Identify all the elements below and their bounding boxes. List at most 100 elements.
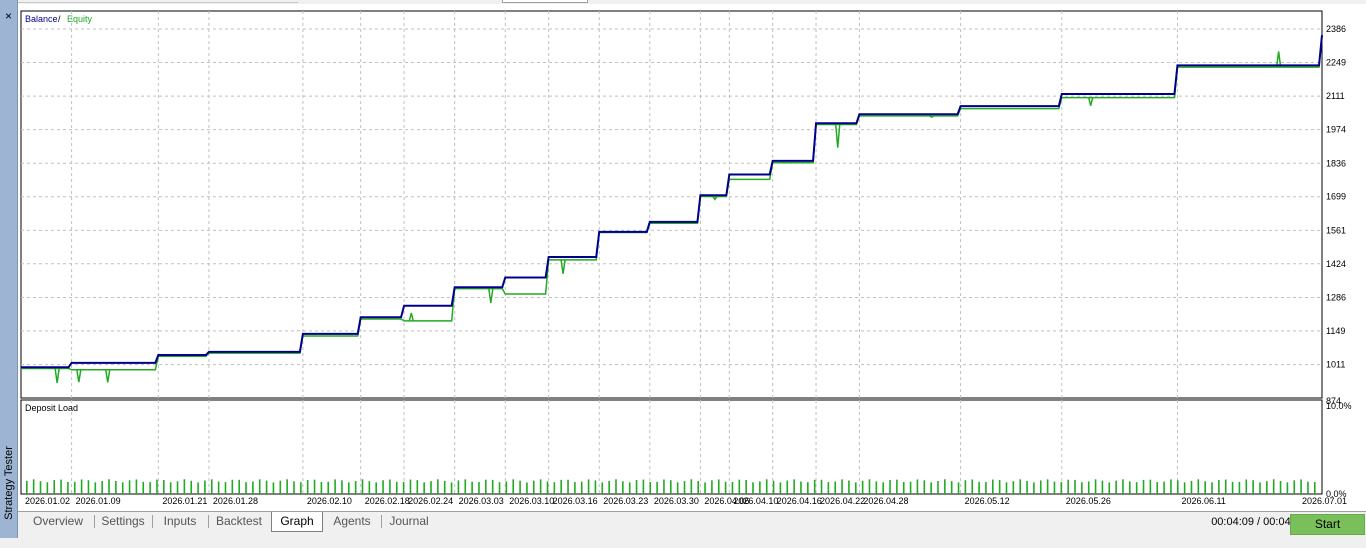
deposit-load-bar [128, 480, 131, 494]
deposit-load-bar [526, 482, 528, 494]
deposit-load-bar [779, 482, 782, 494]
deposit-load-bar [635, 480, 638, 494]
deposit-load-bar [252, 481, 254, 494]
deposit-load-bar [690, 479, 693, 494]
deposit-load-bar [950, 481, 953, 494]
deposit-load-bar [875, 481, 878, 494]
y-tick-label: 2111 [1326, 91, 1345, 101]
deposit-load-bar [1033, 482, 1035, 494]
x-tick-label: 2026.02.24 [408, 496, 453, 506]
deposit-load-bar [786, 480, 789, 494]
deposit-load-bar [615, 479, 617, 494]
equity-drawdown-spike [1087, 97, 1094, 106]
deposit-load-bar [348, 482, 350, 494]
deposit-load-bar [163, 480, 165, 494]
deposit-load-bar [580, 481, 583, 494]
deposit-load-bar [334, 479, 336, 494]
x-tick-label: 2026.04.22 [820, 496, 865, 506]
toolbar-active-tab-edge [502, 0, 588, 3]
y-tick-label: 1699 [1326, 192, 1346, 202]
deposit-load-bar [793, 479, 795, 494]
x-tick-label: 2026.04.28 [863, 496, 908, 506]
equity-drawdown-spike [76, 369, 82, 383]
elapsed-time: 00:04:09 / 00:04:09 [1211, 516, 1306, 528]
deposit-load-bar [272, 482, 275, 494]
y-tick-label: 1011 [1326, 360, 1345, 370]
deposit-load-bar [108, 479, 110, 494]
deposit-load-bar [546, 481, 549, 494]
deposit-load-bar [807, 482, 809, 494]
deposit-load-bar [1135, 482, 1138, 494]
deposit-load-bar [286, 479, 288, 494]
load-y-tick-label: 10.0% [1326, 401, 1352, 411]
deposit-load-bar [1005, 482, 1008, 494]
deposit-load-bar [437, 479, 439, 494]
deposit-load-bar [1081, 482, 1083, 494]
deposit-load-bar [738, 479, 741, 494]
deposit-load-bar [265, 480, 268, 494]
x-tick-label: 2026.03.16 [553, 496, 598, 506]
deposit-load-bar [848, 480, 850, 494]
deposit-load-bar [827, 482, 830, 494]
deposit-load-bar [224, 482, 227, 494]
equity-drawdown-spike [488, 288, 494, 304]
y-tick-label: 2249 [1326, 57, 1346, 67]
equity-drawdown-spike [104, 369, 111, 383]
y-tick-label: 1974 [1326, 125, 1346, 135]
deposit-load-bar [121, 482, 124, 494]
deposit-load-bar [382, 480, 384, 494]
tab-inputs[interactable]: Inputs [152, 512, 208, 530]
deposit-load-bar [957, 482, 960, 494]
deposit-load-bar [464, 479, 467, 494]
deposit-load-bar [532, 480, 535, 494]
y-tick-label: 1424 [1326, 259, 1346, 269]
deposit-load-bar [1101, 480, 1104, 494]
deposit-load-bar [868, 479, 871, 494]
deposit-load-bar [94, 482, 97, 494]
deposit-load-bar [1142, 479, 1145, 494]
deposit-load-bar [238, 479, 240, 494]
deposit-load-bar [26, 480, 28, 494]
x-tick-label: 2026.05.26 [1066, 496, 1111, 506]
x-tick-label: 2026.03.30 [654, 496, 699, 506]
deposit-load-bar [80, 479, 83, 494]
deposit-load-bar [1231, 481, 1234, 494]
deposit-load-bar [1190, 480, 1193, 494]
deposit-load-bar [985, 481, 987, 494]
y-tick-label: 1836 [1326, 158, 1346, 168]
deposit-load-bar [1039, 480, 1042, 494]
tab-overview[interactable]: Overview [22, 512, 94, 530]
deposit-load-bar [1224, 479, 1227, 494]
deposit-load-bar [505, 481, 508, 494]
deposit-load-bar [395, 481, 398, 494]
tab-journal[interactable]: Journal [381, 512, 437, 530]
deposit-load-bar [361, 479, 364, 494]
deposit-load-bar [231, 479, 234, 494]
tab-graph[interactable]: Graph [271, 512, 323, 532]
deposit-load-bar [711, 480, 713, 494]
tab-backtest[interactable]: Backtest [208, 512, 270, 530]
equity-drawdown-spike [54, 368, 60, 383]
legend-equity: Equity [67, 14, 93, 24]
deposit-load-bar [217, 481, 220, 494]
deposit-load-bar [1046, 479, 1049, 494]
deposit-load-bar [375, 482, 378, 494]
deposit-load-bar [813, 479, 816, 494]
deposit-load-bar [608, 480, 610, 494]
deposit-load-bar [1279, 480, 1282, 494]
close-icon[interactable]: × [1, 9, 16, 23]
deposit-load-bar [402, 481, 405, 494]
deposit-load-bar [1019, 479, 1022, 494]
deposit-load-bar [1259, 482, 1261, 494]
start-button[interactable]: Start [1290, 514, 1365, 535]
deposit-load-bar [978, 481, 980, 494]
deposit-load-bar [622, 481, 624, 494]
deposit-load-bar [67, 481, 69, 494]
tab-agents[interactable]: Agents [323, 512, 381, 530]
tab-settings[interactable]: Settings [94, 512, 152, 530]
side-panel: × Strategy Tester [0, 0, 18, 538]
deposit-load-bar [169, 482, 172, 494]
deposit-load-bar [930, 482, 932, 494]
deposit-load-bar [258, 479, 261, 494]
deposit-load-bar [1094, 479, 1097, 494]
